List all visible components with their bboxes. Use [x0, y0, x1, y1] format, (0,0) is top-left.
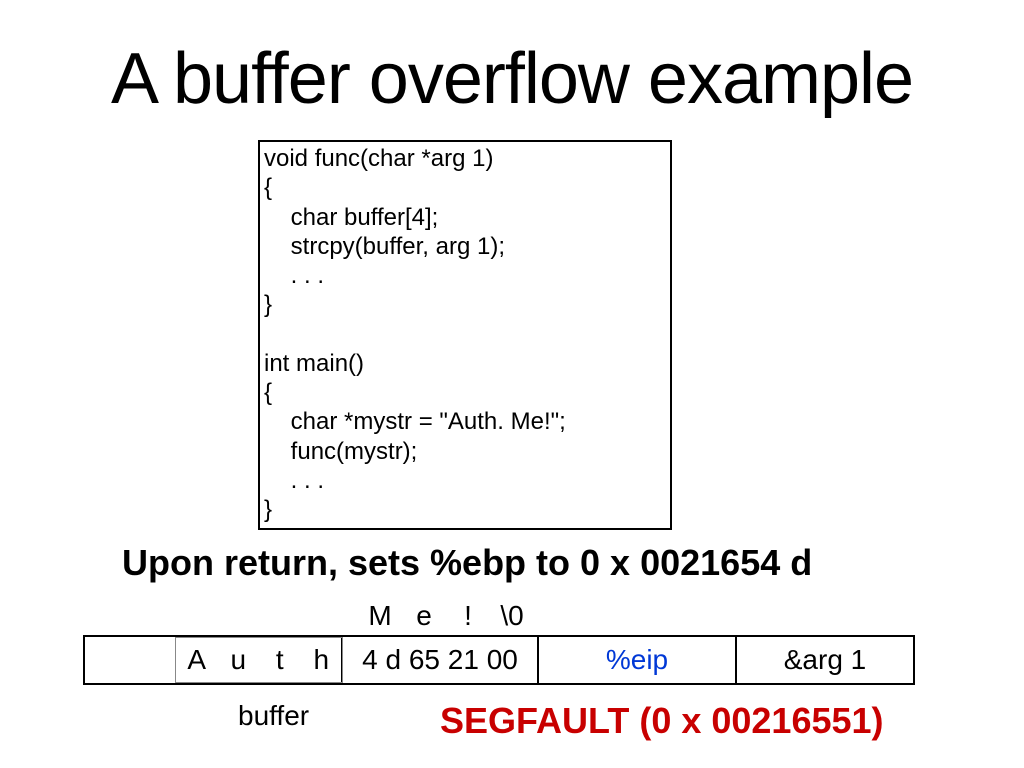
code-line: { — [264, 379, 272, 406]
code-line: func(mystr); — [264, 438, 417, 465]
buffer-byte: h — [301, 638, 343, 682]
char-label: \0 — [490, 600, 534, 632]
code-line: . . . — [264, 467, 324, 494]
char-label: ! — [446, 600, 490, 632]
stack-cell-eip: %eip — [539, 637, 737, 683]
buffer-bytes: A u t h — [175, 637, 343, 683]
code-line: void func(char *arg 1) — [264, 145, 493, 172]
code-line: int main() — [264, 350, 364, 377]
page-title: A buffer overflow example — [0, 38, 1024, 120]
buffer-byte: u — [218, 638, 260, 682]
code-box: void func(char *arg 1) { char buffer[4];… — [258, 140, 672, 530]
code-line: } — [264, 496, 272, 523]
buffer-byte: t — [259, 638, 301, 682]
code-line: { — [264, 174, 272, 201]
stack-diagram: A u t h 4 d 65 21 00 %eip &arg 1 — [83, 635, 915, 685]
code-line: char *mystr = "Auth. Me!"; — [264, 408, 566, 435]
return-statement: Upon return, sets %ebp to 0 x 0021654 d — [122, 542, 812, 584]
slide: A buffer overflow example void func(char… — [0, 0, 1024, 768]
stack-cell-ebp: 4 d 65 21 00 — [343, 637, 539, 683]
code-line: . . . — [264, 262, 324, 289]
segfault-message: SEGFAULT (0 x 00216551) — [440, 700, 884, 742]
code-line: } — [264, 291, 272, 318]
code-line: strcpy(buffer, arg 1); — [264, 233, 505, 260]
stack-cell-buffer: A u t h — [85, 637, 343, 683]
char-label: e — [402, 600, 446, 632]
buffer-label: buffer — [238, 700, 309, 732]
char-labels: M e ! \0 — [358, 600, 534, 632]
buffer-byte: A — [176, 638, 218, 682]
code-line: char buffer[4]; — [264, 204, 438, 231]
char-label: M — [358, 600, 402, 632]
stack-cell-arg: &arg 1 — [737, 637, 913, 683]
